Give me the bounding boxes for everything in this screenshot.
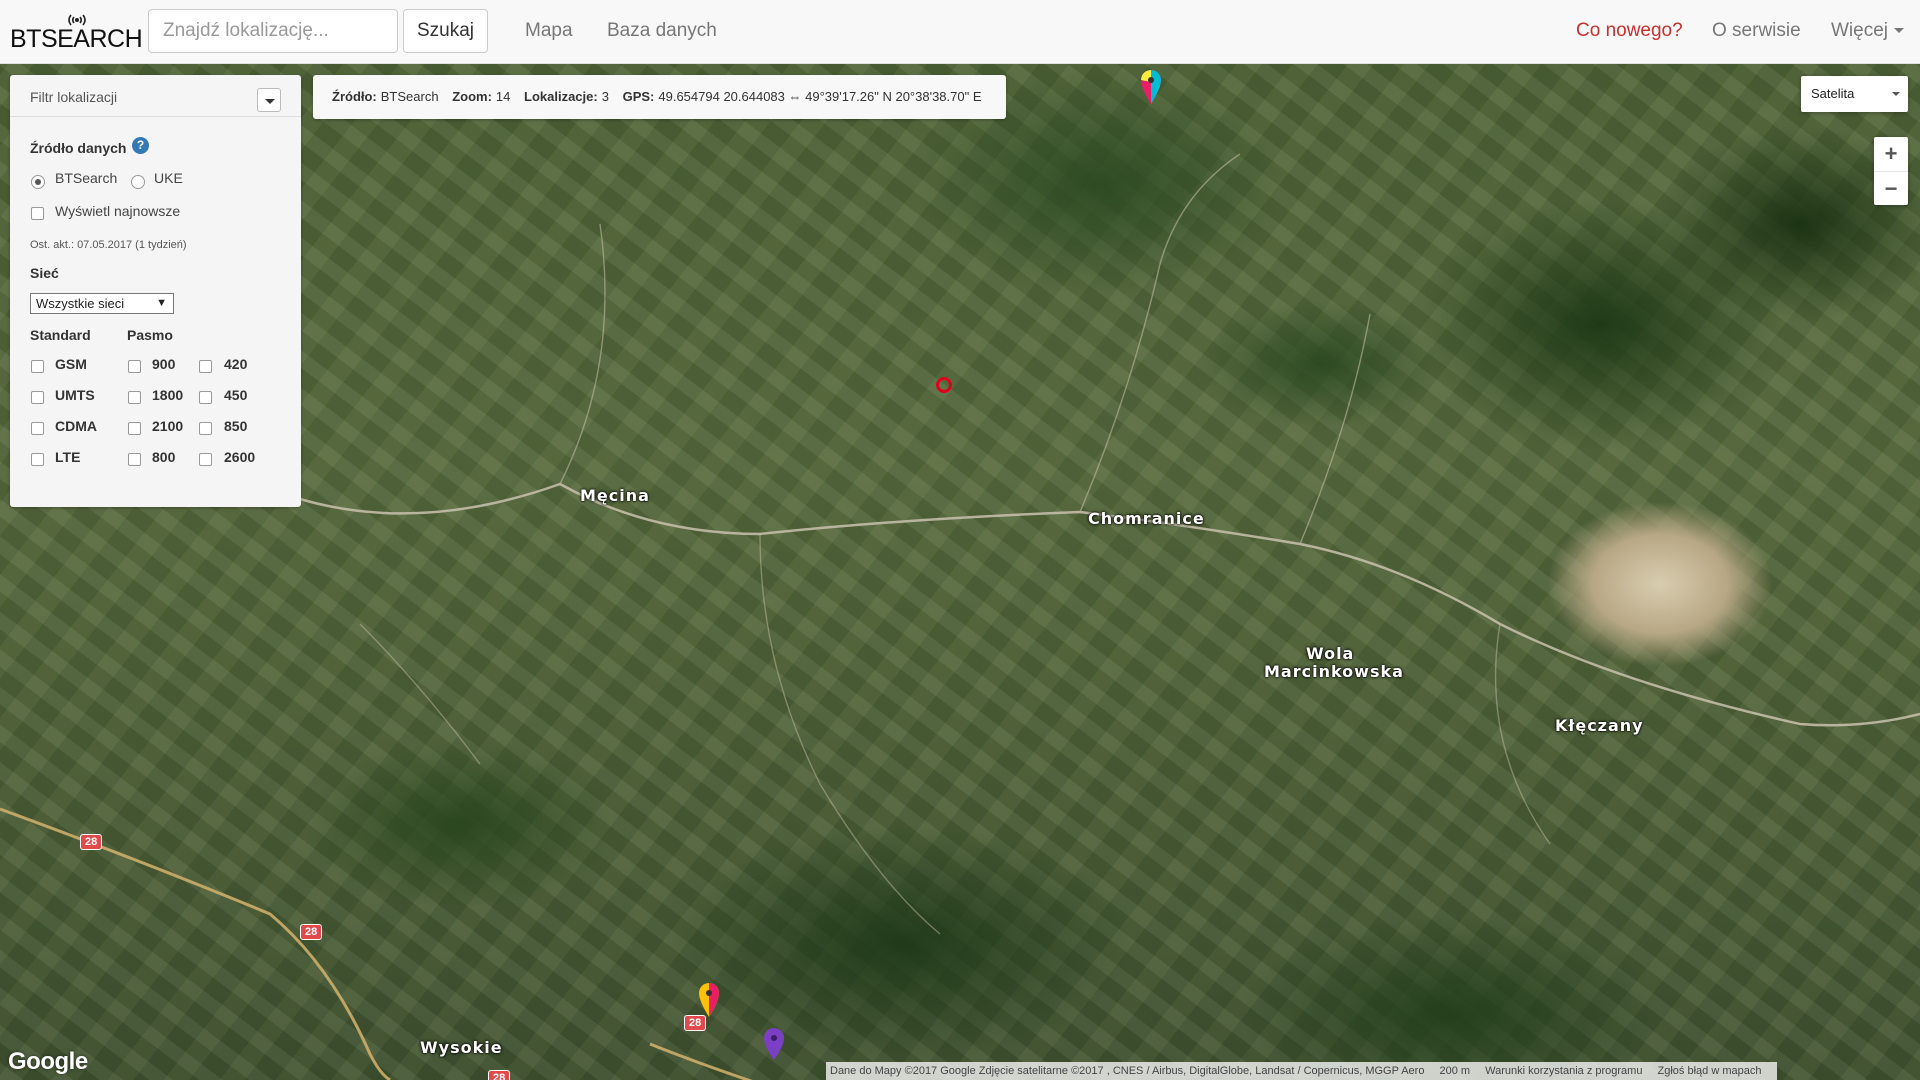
dropdown-arrow-icon: ▼ [156, 297, 167, 309]
standard-label-umts: UMTS [55, 387, 95, 403]
place-label-wola: Wola [1306, 644, 1355, 663]
band-label-450: 450 [224, 387, 248, 403]
network-select[interactable]: Wszystkie sieci ▼ [30, 293, 174, 314]
zoom-out-button[interactable]: − [1874, 171, 1908, 205]
scale-bar[interactable]: 200 m [1440, 1065, 1471, 1077]
standard-checkbox-gsm[interactable] [31, 360, 44, 373]
road-number-badge: 28 [300, 924, 323, 940]
standard-label-cdma: CDMA [55, 418, 97, 434]
nav-whats-new-link[interactable]: Co nowego? [1576, 20, 1683, 42]
map-attribution: Dane do Mapy ©2017 Google Zdjęcie sateli… [826, 1062, 1778, 1080]
road-number-badge: 28 [488, 1070, 511, 1080]
standard-checkbox-lte[interactable] [31, 453, 44, 466]
road-number-badge: 28 [80, 834, 103, 850]
place-label-kleczany: Kłęczany [1555, 716, 1644, 735]
nav-map-link[interactable]: Mapa [525, 20, 573, 42]
standard-checkbox-cdma[interactable] [31, 422, 44, 435]
bts-location-marker[interactable] [699, 983, 719, 1017]
band-label: Pasmo [127, 327, 173, 343]
band-label-1800: 1800 [152, 387, 184, 403]
place-label-marcinkowska: Marcinkowska [1264, 662, 1404, 681]
bts-location-marker[interactable] [1141, 70, 1161, 104]
google-logo: Google [8, 1048, 88, 1075]
info-zoom-value: 14 [495, 89, 511, 104]
current-position-marker [936, 377, 952, 393]
report-error-link[interactable]: Zgłoś błąd w mapach [1658, 1065, 1762, 1077]
standard-label-lte: LTE [55, 449, 81, 465]
nav-more-dropdown[interactable]: Więcej [1831, 20, 1905, 42]
zoom-controls: + − [1874, 137, 1908, 205]
nav-database-link[interactable]: Baza danych [607, 20, 717, 42]
show-newest-checkbox[interactable] [31, 207, 44, 220]
source-label-uke: UKE [154, 170, 183, 186]
info-locations-label: Lokalizacje: [524, 89, 598, 104]
band-label-2600: 2600 [224, 449, 256, 465]
network-select-value: Wszystkie sieci [36, 296, 125, 311]
top-navbar: BTSEARCH Szukaj Mapa Baza danych Co nowe… [0, 0, 1920, 64]
band-checkbox-420[interactable] [199, 360, 212, 373]
source-radio-btsearch[interactable] [31, 175, 45, 189]
place-label-wysokie: Wysokie [420, 1038, 503, 1057]
network-label: Sieć [30, 265, 59, 281]
search-button[interactable]: Szukaj [403, 9, 488, 53]
standard-label: Standard [30, 327, 91, 343]
standard-label-gsm: GSM [55, 356, 87, 372]
band-checkbox-800[interactable] [128, 453, 141, 466]
band-label-800: 800 [152, 449, 176, 465]
info-source-value: BTSearch [380, 89, 439, 104]
standard-checkbox-umts[interactable] [31, 391, 44, 404]
band-checkbox-2100[interactable] [128, 422, 141, 435]
source-label-btsearch: BTSearch [55, 170, 118, 186]
band-label-850: 850 [224, 418, 248, 434]
filter-title: Filtr lokalizacji [30, 89, 118, 105]
band-checkbox-1800[interactable] [128, 391, 141, 404]
filter-header: Filtr lokalizacji [10, 75, 301, 117]
last-update-text: Ost. akt.: 07.05.2017 (1 tydzień) [30, 239, 187, 251]
data-source-label: Źródło danych [30, 140, 127, 156]
band-checkbox-850[interactable] [199, 422, 212, 435]
place-label-chomranice: Chomranice [1088, 509, 1205, 528]
brand-name: BTSEARCH [10, 25, 143, 53]
map-type-value: Satelita [1811, 86, 1855, 101]
bts-location-marker[interactable] [764, 1028, 784, 1060]
band-label-900: 900 [152, 356, 176, 372]
band-label-420: 420 [224, 356, 248, 372]
location-search-input[interactable] [148, 9, 398, 53]
road-number-badge: 28 [684, 1015, 707, 1031]
show-newest-label: Wyświetl najnowsze [55, 203, 181, 219]
chevron-down-icon [1894, 28, 1905, 34]
info-locations-value: 3 [601, 89, 609, 104]
zoom-in-button[interactable]: + [1874, 137, 1908, 171]
info-gps-value: 49.654794 20.644083 ⇔ 49°39'17.26" N 20°… [658, 89, 982, 104]
location-filter-panel: Filtr lokalizacji Źródło danych ? BTSear… [10, 75, 301, 507]
info-source-label: Źródło: [332, 89, 377, 104]
band-checkbox-2600[interactable] [199, 453, 212, 466]
terms-link[interactable]: Warunki korzystania z programu [1485, 1065, 1642, 1077]
help-icon[interactable]: ? [132, 137, 149, 154]
place-label-mecina: Męcina [580, 486, 650, 505]
nav-more-label: Więcej [1831, 20, 1889, 41]
map-info-bar: Źródło: BTSearch Zoom: 14 Lokalizacje: 3 GP… [313, 75, 1006, 119]
band-checkbox-450[interactable] [199, 391, 212, 404]
chevron-down-icon [1892, 92, 1900, 96]
band-checkbox-900[interactable] [128, 360, 141, 373]
info-gps-label: GPS: [622, 89, 655, 104]
filter-collapse-button[interactable] [257, 88, 281, 112]
info-zoom-label: Zoom: [452, 89, 492, 104]
brand-logo[interactable]: BTSEARCH [10, 14, 143, 54]
band-label-2100: 2100 [152, 418, 184, 434]
attribution-text: Dane do Mapy ©2017 Google Zdjęcie sateli… [830, 1065, 1425, 1077]
nav-about-link[interactable]: O serwisie [1712, 20, 1801, 42]
map-type-select[interactable]: Satelita [1801, 76, 1908, 112]
source-radio-uke[interactable] [131, 175, 145, 189]
